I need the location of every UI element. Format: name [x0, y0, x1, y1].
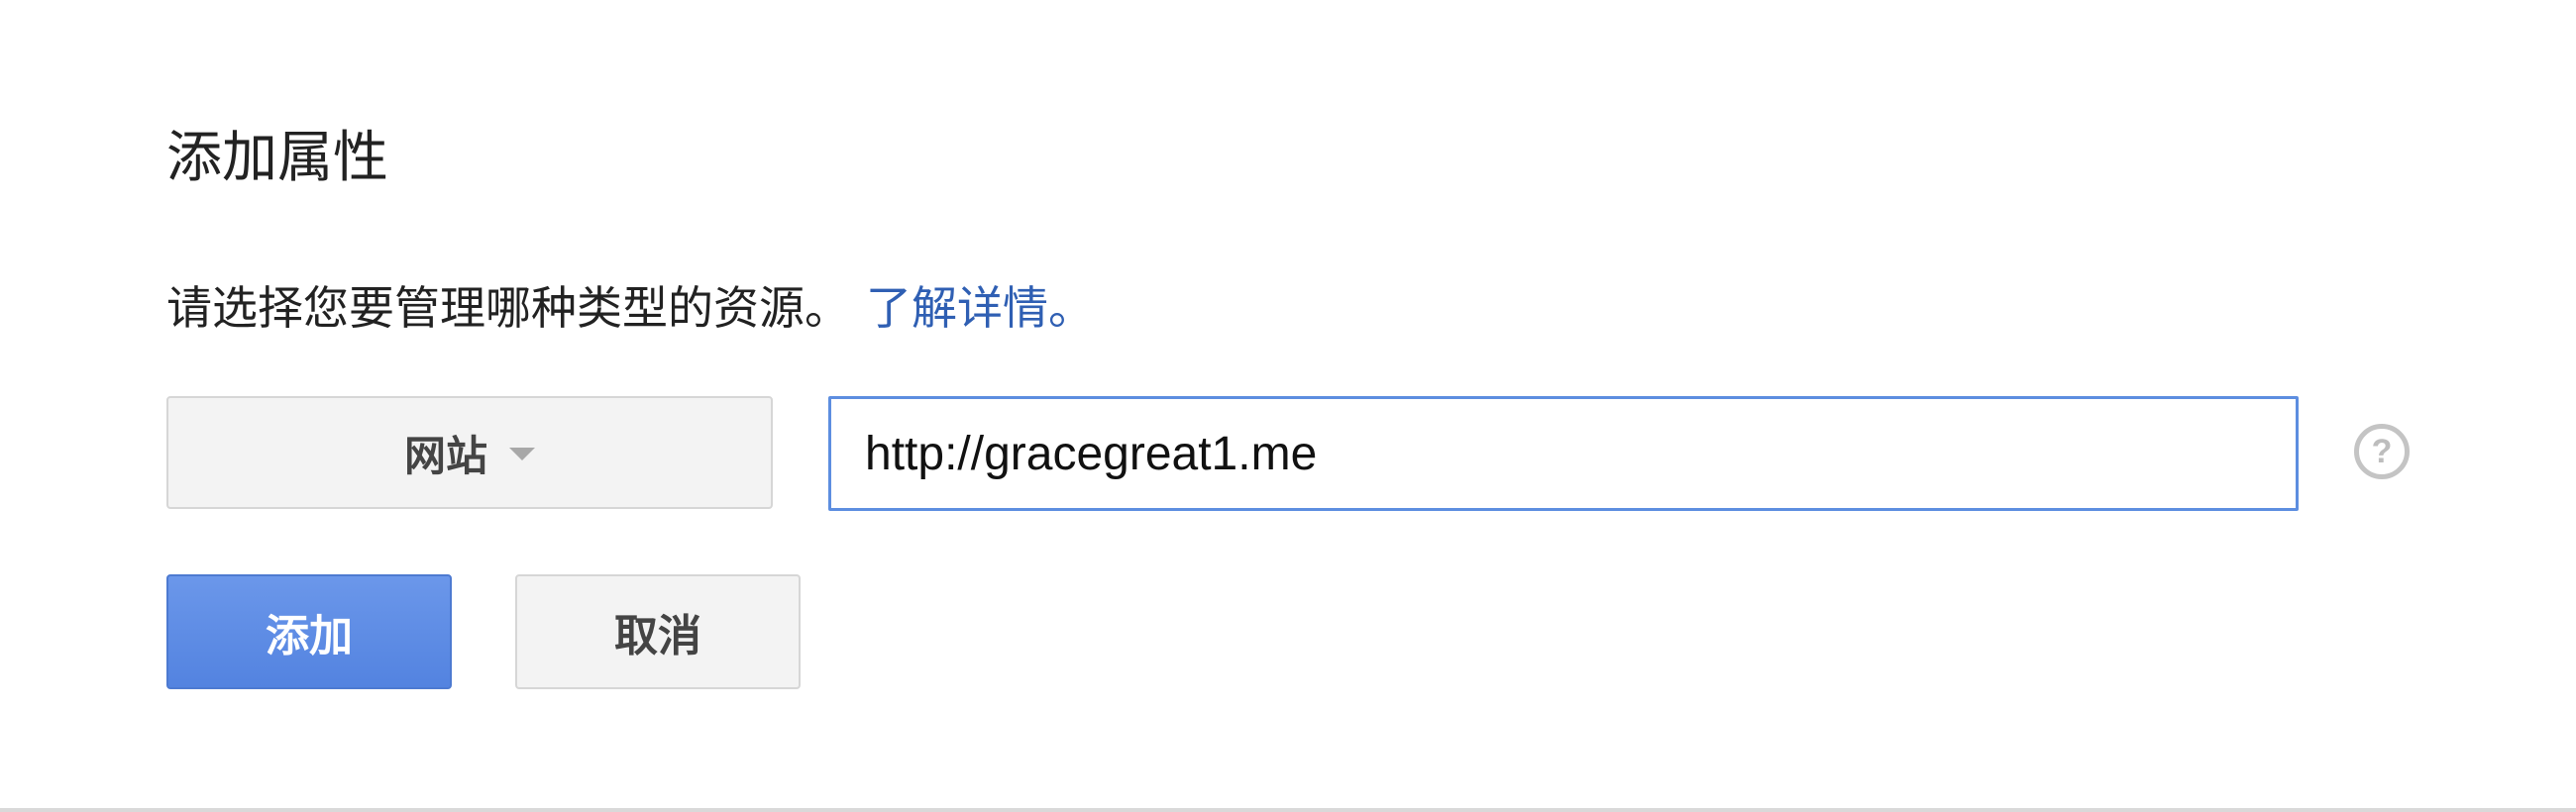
help-icon[interactable]: ? — [2354, 424, 2410, 479]
property-type-select[interactable]: 网站 — [166, 396, 773, 509]
add-button[interactable]: 添加 — [166, 574, 452, 689]
property-type-value: 网站 — [403, 431, 487, 480]
url-input[interactable] — [828, 396, 2299, 511]
dialog-description: 请选择您要管理哪种类型的资源。 了解详情。 — [166, 273, 1094, 343]
cancel-button[interactable]: 取消 — [515, 574, 801, 689]
add-property-dialog: 添加属性 请选择您要管理哪种类型的资源。了解详情。 网站 ? 添加 取消 — [0, 0, 2576, 812]
dialog-title: 添加属性 — [166, 126, 388, 190]
description-text: 请选择您要管理哪种类型的资源。 — [166, 281, 850, 335]
learn-more-link[interactable]: 了解详情。 — [866, 281, 1094, 335]
chevron-down-icon — [509, 447, 535, 460]
help-glyph: ? — [2371, 433, 2393, 470]
